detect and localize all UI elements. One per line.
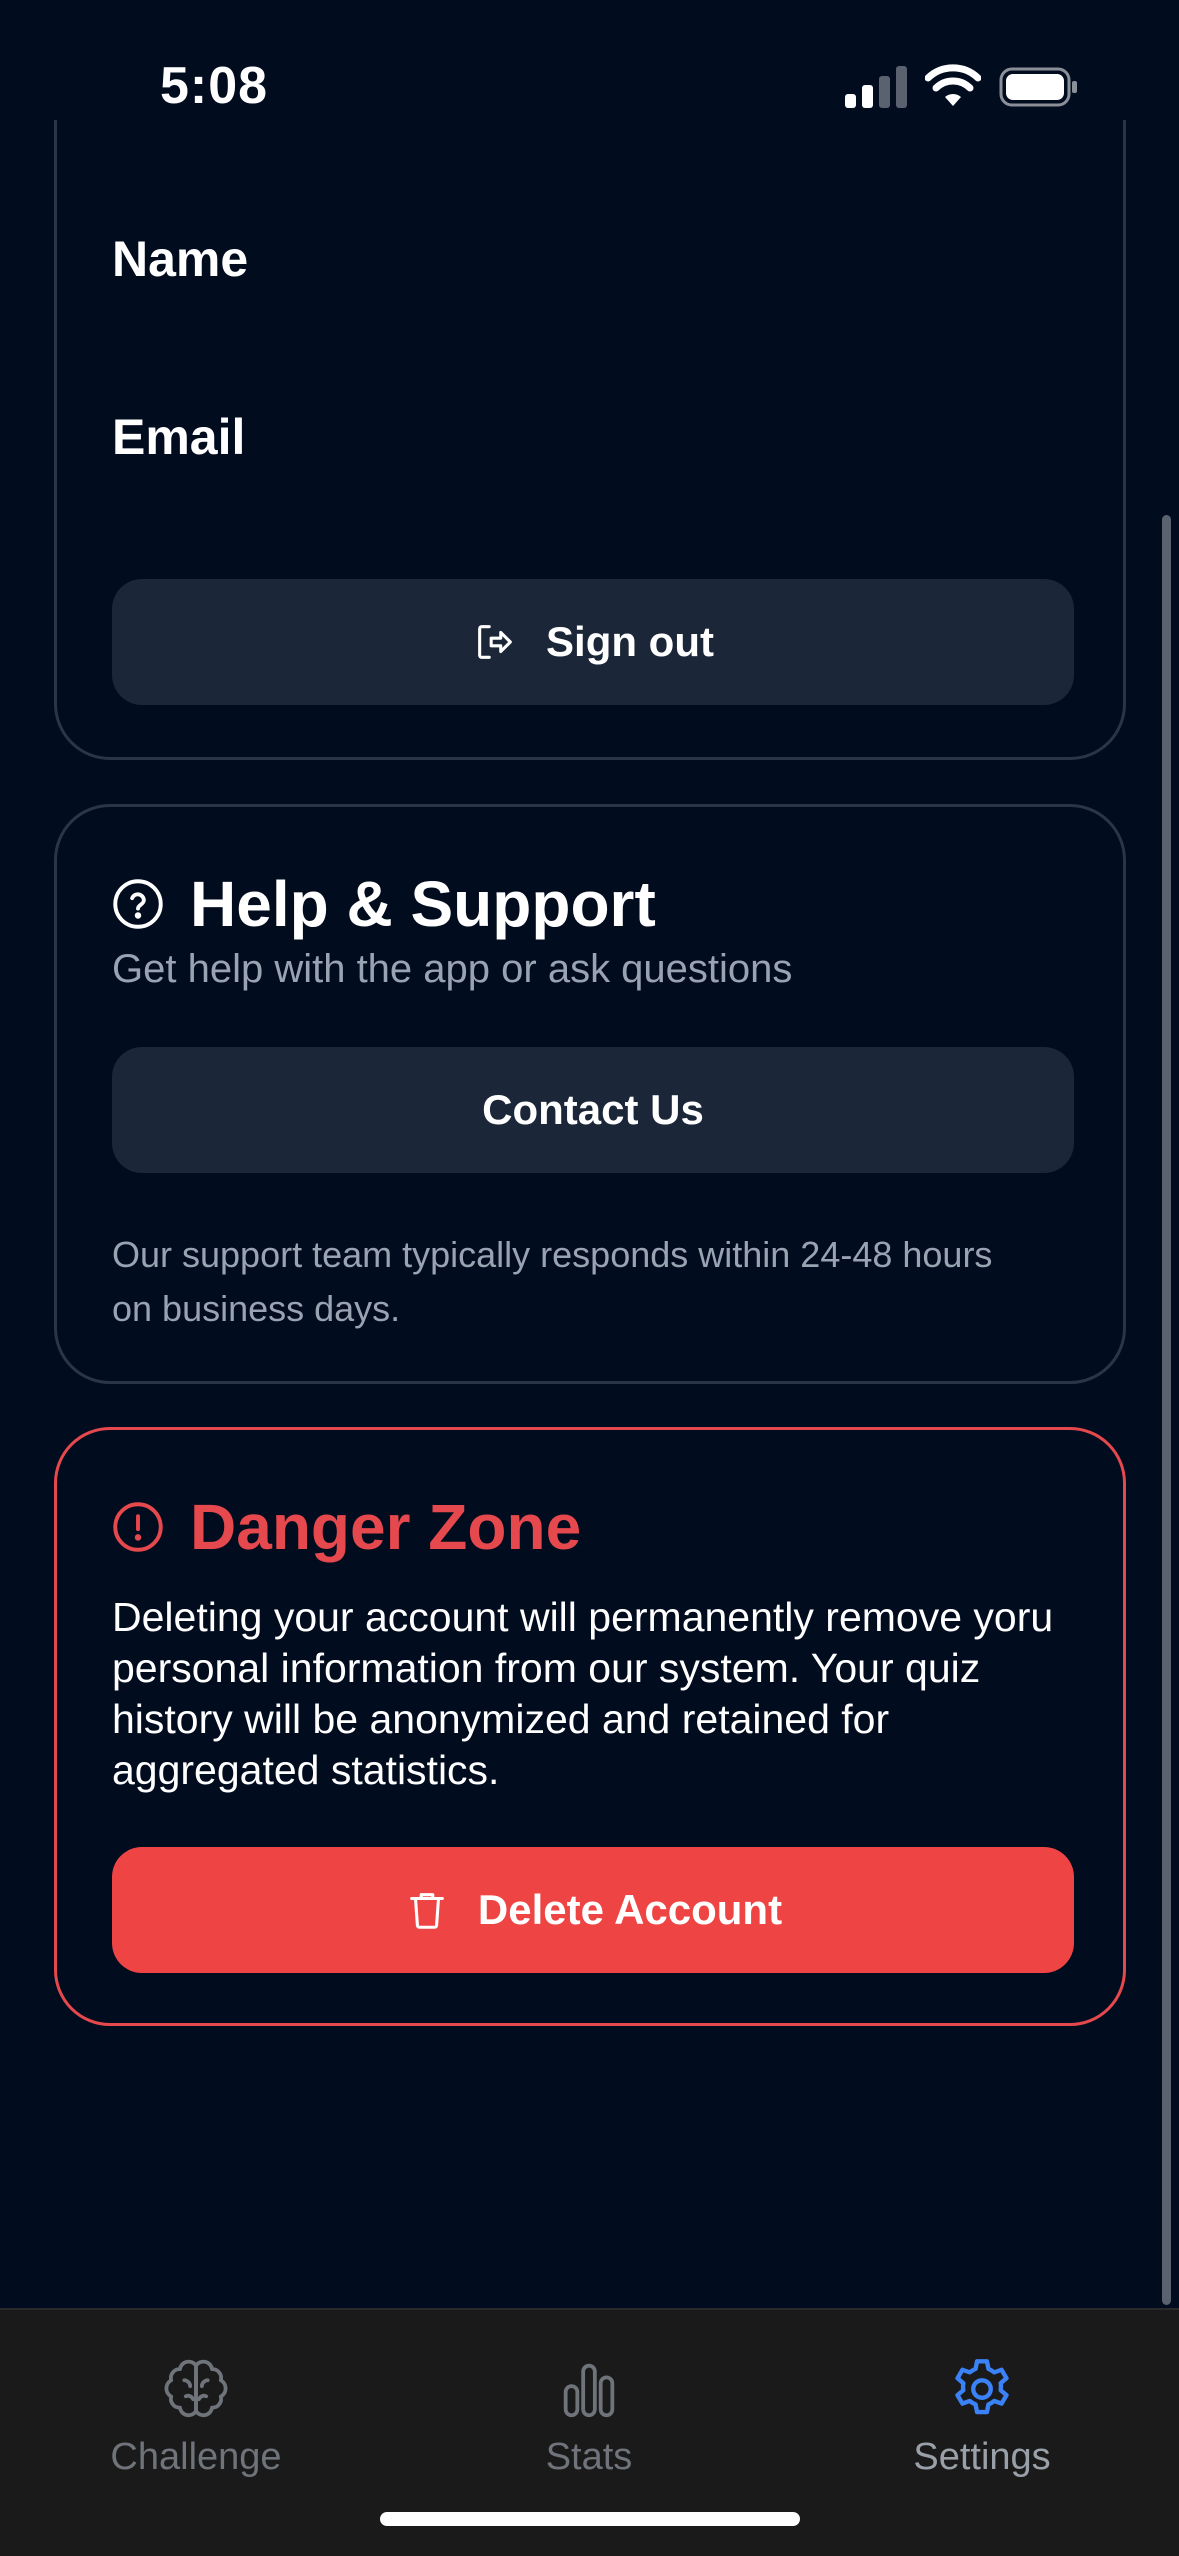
home-indicator[interactable]: [380, 2512, 800, 2526]
tab-stats[interactable]: Stats: [439, 2310, 739, 2510]
contact-us-label: Contact Us: [482, 1086, 704, 1133]
contact-us-button[interactable]: Contact Us: [112, 1047, 1074, 1173]
help-title: Help & Support: [190, 868, 656, 940]
sign-out-icon: [478, 625, 512, 659]
cellular-signal-icon: [845, 66, 907, 108]
danger-description: Deleting your account will permanently r…: [112, 1594, 1054, 1793]
trash-icon: [410, 1893, 444, 1929]
account-card: Name Email Sign out: [54, 120, 1126, 760]
tab-challenge[interactable]: Challenge: [46, 2310, 346, 2510]
alert-circle-icon: [113, 1502, 163, 1552]
sign-out-label: Sign out: [546, 618, 714, 665]
tab-settings[interactable]: Settings: [832, 2310, 1132, 2510]
brain-icon: [164, 2359, 228, 2418]
settings-screen: 5:08 Name Email Sign out Help & Support …: [0, 0, 1179, 2556]
name-label: Name: [112, 231, 249, 287]
delete-account-label: Delete Account: [477, 1886, 783, 1933]
danger-title: Danger Zone: [190, 1491, 582, 1563]
email-label: Email: [112, 409, 246, 465]
scrollbar[interactable]: [1162, 515, 1171, 2305]
help-title-row: Help & Support: [112, 867, 656, 941]
question-circle-icon: [113, 879, 163, 929]
danger-zone-card: Danger Zone Deleting your account will p…: [54, 1427, 1126, 2026]
tab-stats-label: Stats: [545, 2436, 633, 2478]
bar-chart-icon: [563, 2363, 615, 2418]
gear-icon: [955, 2359, 1009, 2415]
tab-challenge-label: Challenge: [110, 2436, 282, 2478]
wifi-icon: [925, 64, 981, 106]
support-note: Our support team typically responds with…: [112, 1234, 993, 1329]
help-subtitle: Get help with the app or ask questions: [112, 947, 793, 991]
sign-out-button[interactable]: Sign out: [112, 579, 1074, 705]
delete-account-button[interactable]: Delete Account: [112, 1847, 1074, 1973]
help-support-card: Help & Support Get help with the app or …: [54, 804, 1126, 1384]
battery-icon: [999, 67, 1077, 107]
status-time: 5:08: [160, 57, 269, 115]
tab-settings-label: Settings: [913, 2436, 1051, 2478]
danger-title-row: Danger Zone: [112, 1490, 581, 1564]
